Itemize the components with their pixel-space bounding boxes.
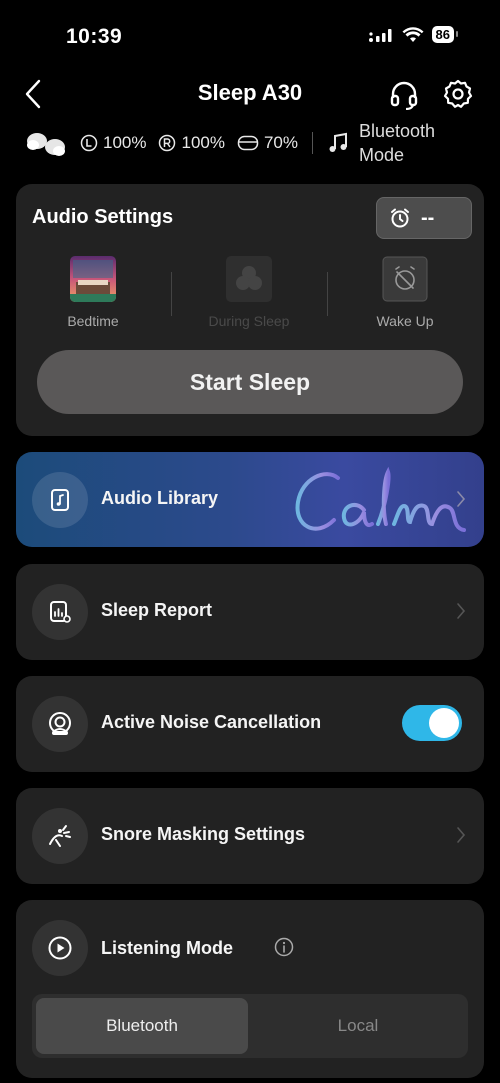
earbuds-icon bbox=[27, 133, 65, 156]
anc-label: Active Noise Cancellation bbox=[101, 712, 322, 732]
right-bud-icon bbox=[159, 134, 176, 152]
signal-icon bbox=[368, 28, 392, 42]
left-bud-battery: 100% bbox=[80, 133, 146, 153]
report-icon bbox=[50, 601, 71, 623]
phase-divider bbox=[171, 272, 172, 316]
snore-label: Snore Masking Settings bbox=[101, 824, 306, 844]
case-icon bbox=[237, 135, 259, 151]
listening-mode-label: Listening Mode bbox=[101, 938, 233, 958]
phase-divider bbox=[327, 272, 328, 316]
phase-during-sleep[interactable]: During Sleep bbox=[189, 256, 309, 329]
connection-mode: Bluetooth Mode bbox=[327, 119, 459, 167]
listening-icon-wrap bbox=[32, 920, 88, 976]
left-battery-value: 100% bbox=[103, 133, 147, 152]
listening-mode-selector: Bluetooth Local bbox=[32, 994, 468, 1058]
info-icon[interactable] bbox=[274, 937, 294, 957]
anc-toggle[interactable] bbox=[402, 705, 462, 741]
audio-library-icon-wrap bbox=[32, 472, 88, 528]
play-circle-icon bbox=[48, 936, 72, 960]
noise-cancellation-icon bbox=[49, 712, 71, 735]
status-time: 10:39 bbox=[66, 25, 123, 48]
device-status-row: 100% 100% 70% Bluetooth Mode bbox=[24, 118, 484, 168]
status-bar: 10:39 86 bbox=[0, 0, 500, 70]
phase-label: Wake Up bbox=[376, 313, 434, 329]
chevron-right-icon bbox=[457, 491, 466, 507]
audio-settings-card: Audio Settings -- Bedtime During Sleep W… bbox=[16, 184, 484, 436]
settings-button[interactable] bbox=[440, 76, 476, 112]
start-sleep-button[interactable]: Start Sleep bbox=[37, 350, 463, 414]
case-battery-value: 70% bbox=[263, 133, 298, 152]
snore-masking-row[interactable]: Snore Masking Settings bbox=[16, 788, 484, 884]
mode-option-local[interactable]: Local bbox=[252, 998, 464, 1054]
left-bud-icon bbox=[80, 134, 98, 152]
sleep-phases: Bedtime During Sleep Wake Up bbox=[16, 256, 484, 329]
audio-settings-title: Audio Settings bbox=[32, 206, 174, 228]
divider bbox=[312, 132, 313, 154]
toggle-knob bbox=[429, 708, 459, 738]
phase-bedtime[interactable]: Bedtime bbox=[33, 256, 153, 329]
wifi-icon bbox=[402, 26, 424, 42]
right-battery-value: 100% bbox=[181, 133, 225, 152]
header: Sleep A30 bbox=[0, 70, 500, 118]
during-sleep-icon bbox=[226, 256, 272, 302]
chevron-right-icon bbox=[457, 827, 466, 843]
right-bud-battery: 100% bbox=[158, 133, 225, 153]
sleep-report-row[interactable]: Sleep Report bbox=[16, 564, 484, 660]
page-title: Sleep A30 bbox=[197, 80, 303, 105]
sleep-report-label: Sleep Report bbox=[101, 600, 213, 620]
case-battery: 70% bbox=[237, 133, 298, 153]
sleep-report-icon-wrap bbox=[32, 584, 88, 640]
headset-button[interactable] bbox=[386, 76, 422, 112]
alarm-button[interactable]: -- bbox=[376, 197, 472, 239]
mode-option-bluetooth[interactable]: Bluetooth bbox=[36, 998, 248, 1054]
audio-library-row[interactable]: Audio Library bbox=[16, 452, 484, 547]
listening-mode-card: Listening Mode Bluetooth Local bbox=[16, 900, 484, 1078]
alarm-clock-icon bbox=[391, 208, 409, 228]
audio-library-label: Audio Library bbox=[101, 488, 219, 508]
music-file-icon bbox=[51, 489, 69, 511]
phase-label: Bedtime bbox=[67, 313, 119, 329]
phase-label: During Sleep bbox=[208, 313, 290, 329]
bedtime-artwork-icon bbox=[70, 256, 116, 302]
anc-icon-wrap bbox=[32, 696, 88, 752]
snore-icon bbox=[49, 825, 71, 847]
gear-icon bbox=[443, 79, 473, 108]
calm-logo bbox=[295, 466, 466, 532]
status-icons: 86 bbox=[368, 26, 459, 43]
alarm-off-icon bbox=[382, 256, 428, 302]
chevron-right-icon bbox=[457, 603, 466, 619]
anc-row: Active Noise Cancellation bbox=[16, 676, 484, 772]
phase-wake-up[interactable]: Wake Up bbox=[345, 256, 465, 329]
battery-indicator: 86 bbox=[431, 26, 459, 43]
mode-label: Bluetooth Mode bbox=[359, 121, 436, 165]
snore-icon-wrap bbox=[32, 808, 88, 864]
music-note-icon bbox=[329, 132, 347, 152]
alarm-value: -- bbox=[421, 206, 435, 229]
headset-icon bbox=[390, 81, 418, 110]
